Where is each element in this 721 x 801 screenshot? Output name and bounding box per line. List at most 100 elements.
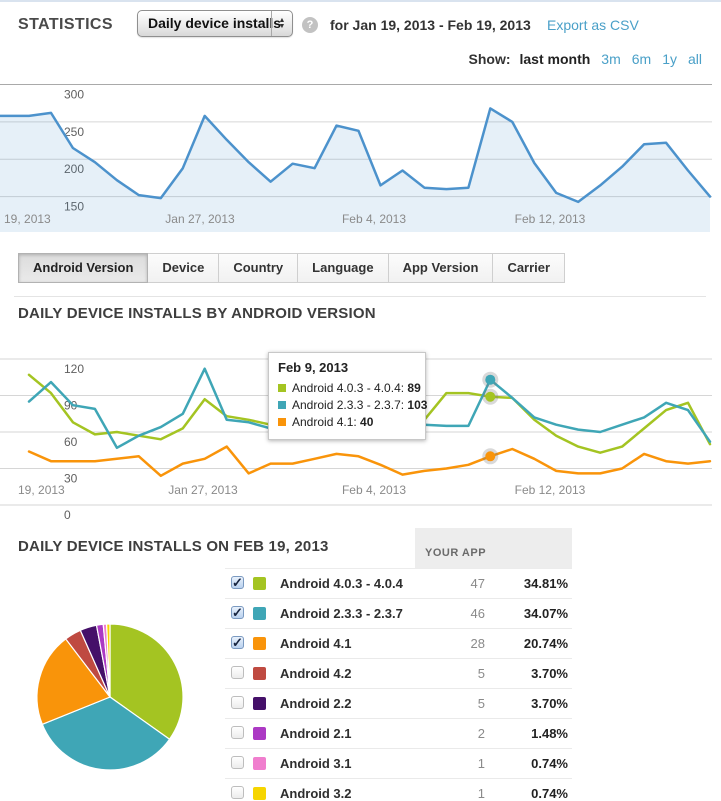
statistics-page: STATISTICS Daily device installs ▲ ▼ ? f… [0,0,721,801]
install-count: 1 [425,749,485,778]
show-range-link[interactable]: 6m [632,51,651,67]
tooltip-series-row: Android 4.0.3 - 4.0.4: 89 [278,380,416,397]
svg-text:Jan 27, 2013: Jan 27, 2013 [168,483,238,497]
version-label: Android 4.2 [280,659,352,688]
svg-text:19, 2013: 19, 2013 [18,483,65,497]
version-pie-chart[interactable] [30,617,190,777]
show-label: Show: [469,51,511,67]
row-checkbox[interactable] [231,786,244,799]
install-percent: 3.70% [488,689,568,718]
install-percent: 34.07% [488,599,568,628]
tab-android-version[interactable]: Android Version [18,253,148,283]
show-range-current[interactable]: last month [520,51,591,67]
metric-dropdown-value: Daily device installs [148,11,281,36]
tooltip-date: Feb 9, 2013 [278,360,416,375]
dropdown-stepper-icon: ▲ ▼ [271,11,292,36]
show-range-link[interactable]: 1y [662,51,677,67]
install-count: 47 [425,569,485,598]
svg-text:30: 30 [64,472,78,486]
series-color-icon [278,401,286,409]
series-color-icon [278,384,286,392]
row-checkbox[interactable] [231,756,244,769]
version-table: ✓ Android 4.0.3 - 4.0.4 4734.81% ✓ Android 2… [225,568,572,801]
page-title: STATISTICS [18,16,113,34]
row-checkbox[interactable]: ✓ [231,636,244,649]
tooltip-series-row: Android 4.1: 40 [278,414,416,431]
tooltip-series-value: 40 [360,415,373,429]
install-count: 28 [425,629,485,658]
table-row: Android 2.1 21.48% [225,718,572,748]
table-row: Android 3.1 10.74% [225,748,572,778]
row-checkbox[interactable] [231,696,244,709]
version-label: Android 3.1 [280,749,352,778]
dimension-tabs: Android VersionDeviceCountryLanguageApp … [18,253,565,283]
install-count: 46 [425,599,485,628]
install-count: 5 [425,689,485,718]
version-label: Android 2.3.3 - 2.3.7 [280,599,403,628]
help-icon[interactable]: ? [302,17,318,33]
date-range: for Jan 19, 2013 - Feb 19, 2013 [330,17,531,33]
svg-text:Feb 4, 2013: Feb 4, 2013 [342,212,406,226]
version-color-swatch [253,757,266,770]
version-color-swatch [253,787,266,800]
row-checkbox[interactable] [231,666,244,679]
svg-text:120: 120 [64,362,84,376]
svg-text:0: 0 [64,508,71,522]
table-row: ✓ Android 2.3.3 - 2.3.7 4634.07% [225,598,572,628]
version-color-swatch [253,637,266,650]
tab-app-version[interactable]: App Version [388,253,494,283]
version-color-swatch [253,697,266,710]
your-app-column-header: YOUR APP [415,528,572,568]
install-percent: 20.74% [488,629,568,658]
show-bar: Show: last month 3m 6m 1y all [469,51,703,67]
tab-device[interactable]: Device [147,253,219,283]
tooltip-series-row: Android 2.3.3 - 2.3.7: 103 [278,397,416,414]
install-percent: 0.74% [488,779,568,801]
version-label: Android 4.0.3 - 4.0.4 [280,569,403,598]
on-date-heading: DAILY DEVICE INSTALLS ON FEB 19, 2013 [18,538,329,555]
table-row: ✓ Android 4.1 2820.74% [225,628,572,658]
table-row: Android 2.2 53.70% [225,688,572,718]
tab-language[interactable]: Language [297,253,388,283]
show-range-link[interactable]: 3m [601,51,620,67]
svg-text:300: 300 [64,88,84,102]
row-checkbox[interactable] [231,726,244,739]
install-count: 2 [425,719,485,748]
install-percent: 1.48% [488,719,568,748]
show-range-link[interactable]: all [688,51,702,67]
install-count: 1 [425,779,485,801]
tooltip-series-value: 89 [407,381,420,395]
install-percent: 0.74% [488,749,568,778]
total-installs-chart[interactable]: 30025020015019, 2013Jan 27, 2013Feb 4, 2… [0,84,721,234]
install-percent: 34.81% [488,569,568,598]
tooltip-series-value: 103 [407,398,427,412]
version-color-swatch [253,727,266,740]
tab-carrier[interactable]: Carrier [492,253,565,283]
table-row: ✓ Android 4.0.3 - 4.0.4 4734.81% [225,568,572,598]
version-label: Android 2.2 [280,689,352,718]
version-label: Android 3.2 [280,779,352,801]
row-checkbox[interactable]: ✓ [231,606,244,619]
series-color-icon [278,418,286,426]
metric-dropdown[interactable]: Daily device installs ▲ ▼ [137,10,293,37]
install-percent: 3.70% [488,659,568,688]
svg-text:Feb 12, 2013: Feb 12, 2013 [515,483,586,497]
by-version-heading: DAILY DEVICE INSTALLS BY ANDROID VERSION [18,305,376,322]
table-row: Android 3.2 10.74% [225,778,572,801]
version-color-swatch [253,607,266,620]
table-row: Android 4.253.70% [225,658,572,688]
svg-text:Jan 27, 2013: Jan 27, 2013 [165,212,235,226]
chevron-down-icon: ▼ [279,24,286,30]
svg-text:60: 60 [64,435,78,449]
chart-tooltip: Feb 9, 2013 Android 4.0.3 - 4.0.4: 89And… [268,352,426,440]
section-divider [14,296,706,297]
row-checkbox[interactable]: ✓ [231,576,244,589]
tab-country[interactable]: Country [218,253,298,283]
version-color-swatch [253,667,266,680]
svg-text:Feb 12, 2013: Feb 12, 2013 [515,212,586,226]
version-label: Android 4.1 [280,629,352,658]
export-csv-link[interactable]: Export as CSV [547,17,639,33]
svg-text:Feb 4, 2013: Feb 4, 2013 [342,483,406,497]
version-color-swatch [253,577,266,590]
version-label: Android 2.1 [280,719,352,748]
